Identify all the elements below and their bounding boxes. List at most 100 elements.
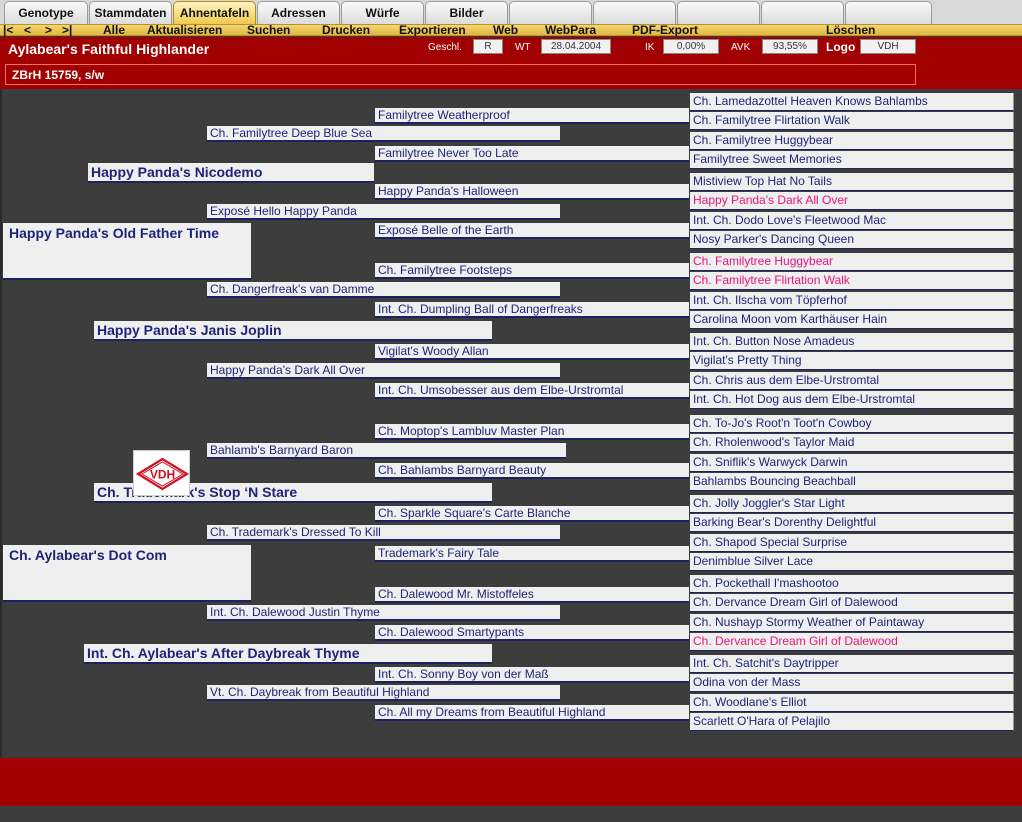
pedigree-g5-15[interactable]: Ch. Chris aus dem Elbe-Urstromtal — [690, 371, 1014, 390]
pedigree-sire[interactable]: Happy Panda's Old Father Time — [3, 223, 251, 280]
pedigree-g5-26[interactable]: Ch. Dervance Dream Girl of Dalewood — [690, 594, 1014, 613]
pedigree-g5-2[interactable]: Ch. Familytree Flirtation Walk — [690, 112, 1014, 131]
pedigree-g5-32[interactable]: Scarlett O'Hara of Pelajilo — [690, 712, 1014, 731]
pedigree-g3-8[interactable]: Vt. Ch. Daybreak from Beautiful Highland — [207, 685, 560, 701]
logo-label: Logo — [826, 40, 856, 54]
tab-empty-2[interactable] — [593, 1, 676, 24]
menu-drucken[interactable]: Drucken — [322, 23, 370, 37]
pedigree-g3-2[interactable]: Exposé Hello Happy Panda — [207, 204, 560, 220]
tab-empty-1[interactable] — [509, 1, 592, 24]
vdh-logo-text: VDH — [150, 468, 175, 482]
pedigree-g5-20[interactable]: Bahlambs Bouncing Beachball — [690, 472, 1014, 491]
pedigree-g4-8[interactable]: Int. Ch. Umsobesser aus dem Elbe-Urstrom… — [375, 383, 689, 399]
pedigree-g3-7[interactable]: Int. Ch. Dalewood Justin Thyme — [207, 605, 560, 621]
tab-empty-5[interactable] — [845, 1, 932, 24]
pedigree-g2-1[interactable]: Happy Panda's Nicodemo — [88, 163, 374, 183]
pedigree-g5-13[interactable]: Int. Ch. Button Nose Amadeus — [690, 333, 1014, 351]
tab-ahnentafeln[interactable]: Ahnentafeln — [173, 1, 256, 24]
logo-field[interactable]: VDH — [860, 39, 916, 54]
pedigree-g4-10[interactable]: Ch. Bahlambs Barnyard Beauty — [375, 463, 689, 479]
pedigree-g5-6[interactable]: Happy Panda's Dark All Over — [690, 192, 1014, 211]
footer-bar — [0, 758, 1022, 806]
menu-loeschen[interactable]: Löschen — [826, 23, 875, 37]
pedigree-g4-1[interactable]: Familytree Weatherproof — [375, 108, 689, 124]
wt-field[interactable]: 28.04.2004 — [541, 39, 611, 54]
pedigree-g5-9[interactable]: Ch. Familytree Huggybear — [690, 253, 1014, 271]
menu-pdf-export[interactable]: PDF-Export — [632, 23, 698, 37]
nav-last-button[interactable]: >| — [62, 23, 72, 37]
pedigree-g5-10[interactable]: Ch. Familytree Flirtation Walk — [690, 272, 1014, 291]
tab-empty-3[interactable] — [677, 1, 760, 24]
menu-exportieren[interactable]: Exportieren — [399, 23, 466, 37]
pedigree-g4-11[interactable]: Ch. Sparkle Square's Carte Blanche — [375, 506, 689, 522]
pedigree-g5-3[interactable]: Ch. Familytree Huggybear — [690, 131, 1014, 150]
pedigree-g5-12[interactable]: Carolina Moon vom Karthäuser Hain — [690, 310, 1014, 329]
pedigree-g5-29[interactable]: Int. Ch. Satchit's Daytripper — [690, 655, 1014, 673]
pedigree-g5-8[interactable]: Nosy Parker's Dancing Queen — [690, 230, 1014, 249]
avk-field[interactable]: 93,55% — [762, 39, 818, 54]
dog-name: Aylabear's Faithful Highlander — [8, 41, 210, 57]
pedigree-g4-5[interactable]: Ch. Familytree Footsteps — [375, 263, 689, 279]
nav-prev-button[interactable]: < — [24, 23, 31, 37]
pedigree-g3-1[interactable]: Ch. Familytree Deep Blue Sea — [207, 126, 560, 142]
menu-alle[interactable]: Alle — [103, 23, 125, 37]
pedigree-g5-22[interactable]: Barking Bear's Dorenthy Delightful — [690, 514, 1014, 533]
pedigree-g5-24[interactable]: Denimblue Silver Lace — [690, 552, 1014, 571]
pedigree-g5-30[interactable]: Odina von der Mass — [690, 674, 1014, 693]
pedigree-g4-9[interactable]: Ch. Moptop's Lambluv Master Plan — [375, 424, 689, 440]
pedigree-g4-16[interactable]: Ch. All my Dreams from Beautiful Highlan… — [375, 705, 689, 721]
gesch-field[interactable]: R — [473, 39, 503, 54]
tab-empty-4[interactable] — [761, 1, 844, 24]
pedigree-g3-5[interactable]: Bahlamb's Barnyard Baron — [207, 443, 566, 459]
pedigree-g5-5[interactable]: Mistiview Top Hat No Tails — [690, 173, 1014, 191]
pedigree-g5-1[interactable]: Ch. Lamedazottel Heaven Knows Bahlambs — [690, 93, 1014, 111]
pedigree-g5-14[interactable]: Vigilat's Pretty Thing — [690, 352, 1014, 371]
pedigree-g3-6[interactable]: Ch. Trademark's Dressed To Kill — [207, 525, 560, 541]
pedigree-g5-25[interactable]: Ch. Pockethall I'mashootoo — [690, 575, 1014, 593]
tab-stammdaten[interactable]: Stammdaten — [89, 1, 172, 24]
tab-genotype[interactable]: Genotype — [4, 1, 88, 24]
pedigree-g5-23[interactable]: Ch. Shapod Special Surprise — [690, 533, 1014, 552]
pedigree-g5-31[interactable]: Ch. Woodlane's Elliot — [690, 693, 1014, 712]
pedigree-g2-4[interactable]: Int. Ch. Aylabear's After Daybreak Thyme — [84, 644, 492, 664]
pedigree-g5-18[interactable]: Ch. Rholenwood's Taylor Maid — [690, 434, 1014, 453]
nav-next-button[interactable]: > — [45, 23, 52, 37]
pedigree-g4-14[interactable]: Ch. Dalewood Smartypants — [375, 625, 689, 641]
menu-aktualisieren[interactable]: Aktualisieren — [147, 23, 222, 37]
tab-adressen[interactable]: Adressen — [257, 1, 340, 24]
pedigree-dam[interactable]: Ch. Aylabear's Dot Com — [3, 545, 251, 602]
pedigree-g3-3[interactable]: Ch. Dangerfreak's van Damme — [207, 282, 560, 298]
menu-web[interactable]: Web — [493, 23, 518, 37]
pedigree-g5-11[interactable]: Int. Ch. Ilscha vom Töpferhof — [690, 291, 1014, 310]
pedigree-g3-4[interactable]: Happy Panda's Dark All Over — [207, 363, 560, 379]
pedigree-g4-15[interactable]: Int. Ch. Sonny Boy von der Maß — [375, 667, 689, 683]
tab-bilder[interactable]: Bilder — [425, 1, 508, 24]
pedigree-g4-13[interactable]: Ch. Dalewood Mr. Mistoffeles — [375, 587, 689, 603]
pedigree-g2-2[interactable]: Happy Panda's Janis Joplin — [94, 321, 492, 341]
pedigree-g5-19[interactable]: Ch. Sniflik's Warwyck Darwin — [690, 453, 1014, 472]
registration-info: ZBrH 15759, s/w — [12, 68, 105, 82]
tab-wuerfe[interactable]: Würfe — [341, 1, 424, 24]
pedigree-g4-6[interactable]: Int. Ch. Dumpling Ball of Dangerfreaks — [375, 302, 689, 318]
pedigree-g5-4[interactable]: Familytree Sweet Memories — [690, 150, 1014, 169]
menu-suchen[interactable]: Suchen — [247, 23, 290, 37]
pedigree-g5-16[interactable]: Int. Ch. Hot Dog aus dem Elbe-Urstromtal — [690, 390, 1014, 409]
pedigree-g5-27[interactable]: Ch. Nushayp Stormy Weather of Paintaway — [690, 613, 1014, 632]
dog-header: Aylabear's Faithful Highlander Geschl. R… — [0, 37, 1022, 89]
pedigree-g4-4[interactable]: Exposé Belle of the Earth — [375, 223, 689, 239]
bottom-strip — [0, 806, 1022, 822]
pedigree-g4-3[interactable]: Happy Panda's Halloween — [375, 184, 689, 200]
pedigree-g5-21[interactable]: Ch. Jolly Joggler's Star Light — [690, 495, 1014, 513]
vdh-logo: VDH — [133, 450, 190, 496]
pedigree-g5-28[interactable]: Ch. Dervance Dream Girl of Dalewood — [690, 632, 1014, 651]
registration-bar: ZBrH 15759, s/w — [5, 64, 916, 85]
nav-first-button[interactable]: |< — [3, 23, 13, 37]
menu-bar: |< < > >| Alle Aktualisieren Suchen Druc… — [0, 23, 1022, 37]
pedigree-g5-17[interactable]: Ch. To-Jo's Root'n Toot'n Cowboy — [690, 415, 1014, 433]
pedigree-g4-12[interactable]: Trademark's Fairy Tale — [375, 546, 689, 562]
pedigree-g4-7[interactable]: Vigilat's Woody Allan — [375, 344, 689, 360]
ik-field[interactable]: 0,00% — [663, 39, 719, 54]
pedigree-g5-7[interactable]: Int. Ch. Dodo Love's Fleetwood Mac — [690, 211, 1014, 230]
menu-webpara[interactable]: WebPara — [545, 23, 596, 37]
pedigree-g4-2[interactable]: Familytree Never Too Late — [375, 146, 689, 162]
